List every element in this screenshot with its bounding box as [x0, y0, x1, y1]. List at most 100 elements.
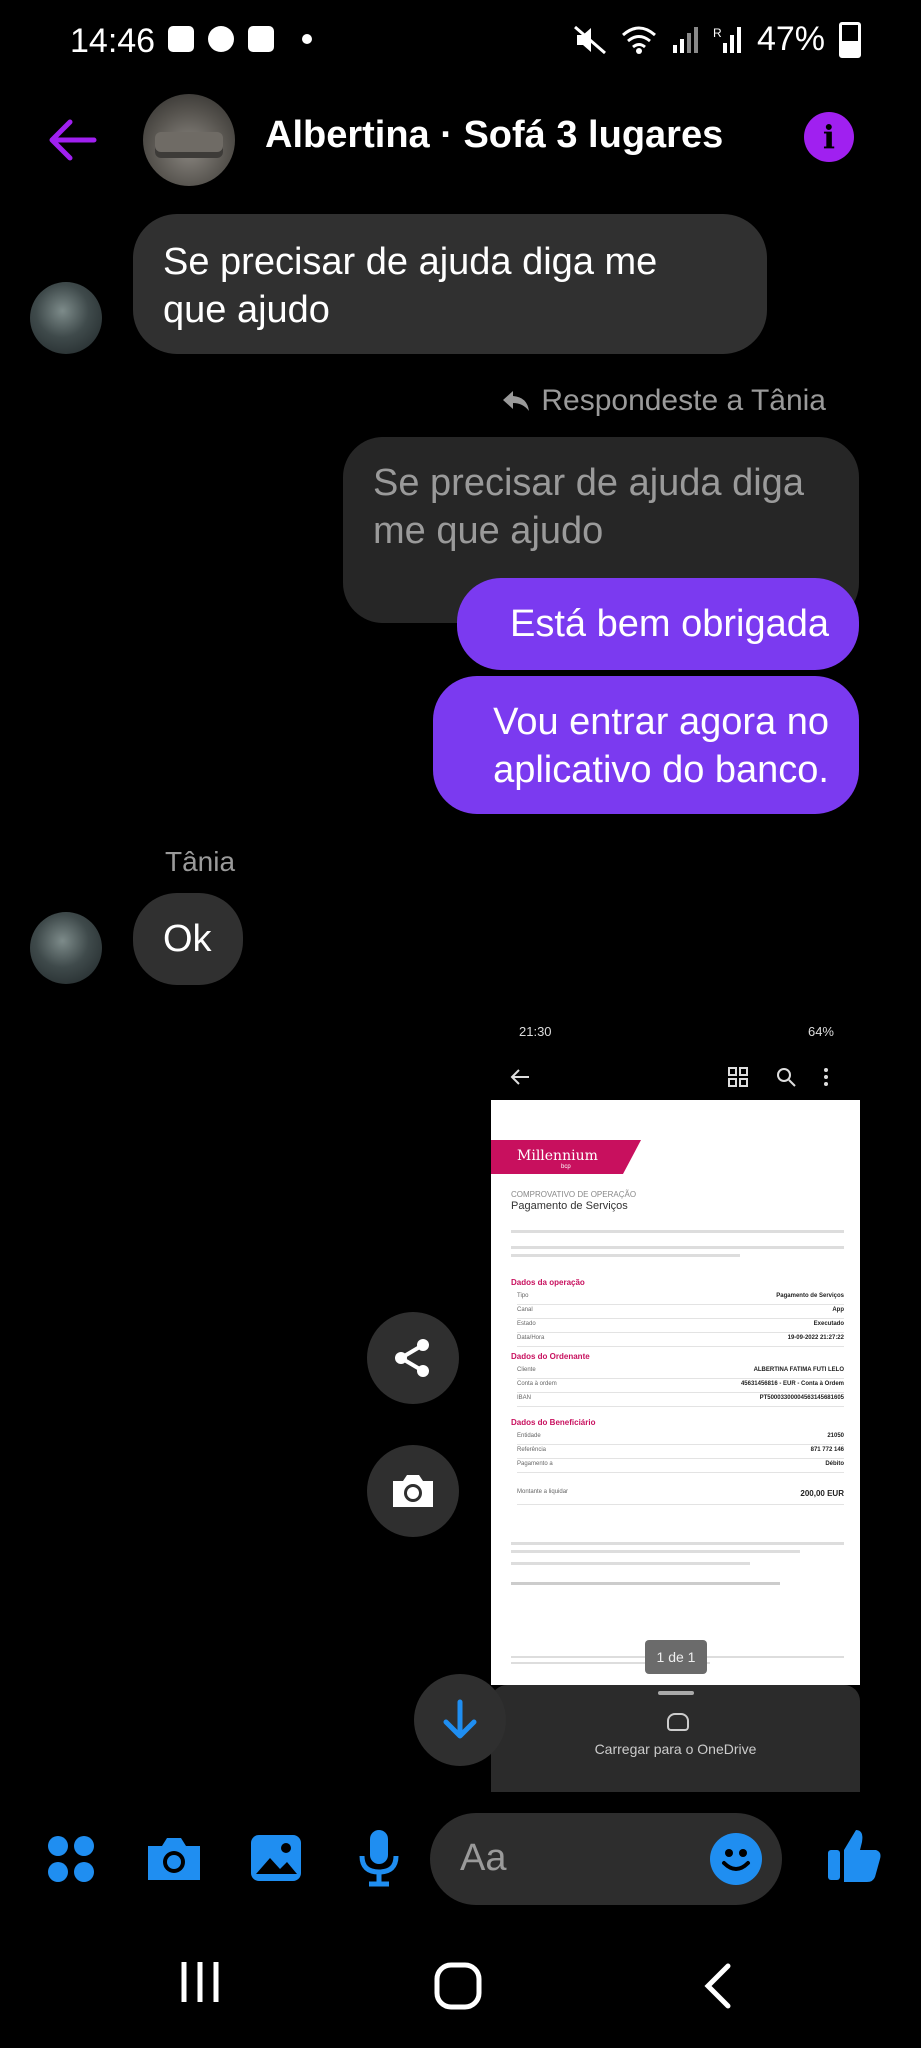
doc-row: Canal App [517, 1304, 844, 1319]
message-line: Vou entrar agora no [493, 701, 829, 743]
row-key: IBAN [517, 1395, 532, 1401]
doc-row: Estado Executado [517, 1318, 844, 1333]
emoji-icon[interactable] [710, 1833, 762, 1885]
whatsapp-notification-icon [208, 26, 234, 52]
doc-row: Tipo Pagamento de Serviços [517, 1290, 844, 1305]
row-value: Débito [825, 1461, 844, 1467]
row-value: ALBERTINA FATIMA FUTI LELO [753, 1367, 844, 1373]
sender-avatar[interactable] [30, 912, 102, 984]
sender-name: Tânia [165, 846, 236, 877]
section-beneficiary: Dados do Beneficiário [511, 1418, 596, 1427]
search-icon [777, 1068, 796, 1087]
row-key: Conta à ordem [517, 1381, 557, 1387]
section-operation: Dados da operação [511, 1278, 585, 1287]
doc-kicker: COMPROVATIVO DE OPERAÇÃO [511, 1190, 637, 1199]
screenshot-button[interactable] [367, 1445, 459, 1537]
row-key: Estado [517, 1321, 536, 1327]
doc-text-line [511, 1542, 844, 1545]
message-line: aplicativo do banco. [493, 749, 829, 791]
doc-row: Entidade 21050 [517, 1430, 844, 1445]
battery-icon [839, 21, 861, 58]
reply-icon [503, 391, 530, 411]
doc-text-line [511, 1230, 844, 1233]
message-bubble-incoming[interactable]: Ok [133, 893, 243, 985]
row-value: Pagamento de Serviços [776, 1293, 844, 1299]
doc-text-line [511, 1254, 740, 1257]
reply-note-text: Respondeste a Tânia [541, 384, 826, 417]
conversation-avatar[interactable] [143, 94, 235, 186]
row-value: App [832, 1307, 844, 1313]
app-notification-icon [248, 26, 274, 52]
signal-roaming-icon: R [713, 26, 741, 53]
row-value: Executado [813, 1321, 844, 1327]
scroll-down-button[interactable] [414, 1674, 506, 1766]
amount-value: 200,00 EUR [800, 1489, 844, 1498]
doc-title: Pagamento de Serviços [511, 1200, 628, 1212]
message-text: Está bem obrigada [510, 603, 829, 645]
message-line: que ajudo [163, 289, 330, 331]
attachment-status-time: 21:30 [519, 1024, 552, 1039]
upload-label: Carregar para o OneDrive [594, 1741, 757, 1757]
signal-icon [672, 26, 698, 53]
section-ordering: Dados do Ordenante [511, 1352, 590, 1361]
info-icon[interactable]: i [804, 112, 854, 162]
back-arrow-icon[interactable] [44, 112, 100, 168]
wifi-icon [621, 26, 656, 54]
sheet-handle[interactable] [658, 1691, 694, 1695]
message-text: Ok [163, 918, 212, 960]
message-input-placeholder: Aa [460, 1837, 507, 1879]
doc-text-line [511, 1582, 780, 1585]
row-key: Pagamento a [517, 1461, 553, 1467]
image-attachment[interactable]: 21:30 64% Millennium bcp COMPROVATIVO DE… [491, 1014, 860, 1792]
cloud-upload-icon [667, 1713, 689, 1731]
doc-row: Pagamento a Débito [517, 1458, 844, 1473]
status-right: R 47% [573, 20, 861, 59]
message-line: Se precisar de ajuda diga me [163, 241, 658, 283]
quoted-line: me que ajudo [373, 510, 604, 552]
sender-avatar[interactable] [30, 282, 102, 354]
bank-logo: Millennium [517, 1148, 598, 1164]
row-value: 871 772 146 [810, 1447, 844, 1453]
brand-bar: Millennium bcp [491, 1140, 641, 1174]
row-key: Entidade [517, 1433, 541, 1439]
page-indicator: 1 de 1 [645, 1640, 707, 1674]
quoted-line: Se precisar de ajuda diga [373, 462, 804, 504]
doc-text-line [511, 1246, 844, 1249]
row-value: PT50003300004563145681605 [759, 1395, 844, 1401]
row-key: Referência [517, 1447, 547, 1453]
gallery-notification-icon [168, 26, 194, 52]
message-bubble-outgoing[interactable]: Está bem obrigada [457, 578, 859, 670]
receipt-document: Millennium bcp COMPROVATIVO DE OPERAÇÃO … [491, 1100, 860, 1685]
doc-row: Conta à ordem 45631456816 - EUR - Conta à… [517, 1378, 844, 1393]
more-notifications-dot-icon [302, 34, 312, 44]
doc-row: IBAN PT50003300004563145681605 [517, 1392, 844, 1407]
share-button[interactable] [367, 1312, 459, 1404]
camera-icon [393, 1475, 433, 1507]
apps-grid-icon[interactable] [46, 1834, 96, 1884]
row-key: Tipo [517, 1293, 529, 1299]
doc-text-line [511, 1550, 800, 1553]
camera-icon[interactable] [144, 1834, 204, 1884]
message-bubble-incoming[interactable]: Se precisar de ajuda diga me que ajudo [133, 214, 767, 354]
conversation-title[interactable]: Albertina · Sofá 3 lugares [265, 114, 723, 157]
microphone-icon[interactable] [358, 1828, 400, 1888]
share-icon [395, 1339, 429, 1377]
thumbs-up-icon[interactable] [826, 1826, 884, 1884]
upload-sheet[interactable]: Carregar para o OneDrive [491, 1685, 860, 1792]
home-icon[interactable] [434, 1962, 482, 2010]
info-icon-glyph: i [822, 118, 836, 156]
row-key: Canal [517, 1307, 533, 1313]
image-icon[interactable] [248, 1832, 304, 1884]
doc-row: Referência 871 772 146 [517, 1444, 844, 1459]
bank-logo-sub: bcp [561, 1164, 571, 1170]
message-input[interactable]: Aa [430, 1813, 782, 1905]
emoji-face [722, 1849, 750, 1871]
message-bubble-outgoing[interactable]: Vou entrar agora no aplicativo do banco. [433, 676, 859, 814]
attachment-toolbar [491, 1058, 860, 1098]
status-time: 14:46 [70, 22, 156, 60]
grid-view-icon [728, 1067, 748, 1087]
recent-apps-icon[interactable] [178, 1960, 222, 2004]
back-nav-icon[interactable] [700, 1962, 734, 2010]
doc-text-line [511, 1562, 750, 1565]
row-key: Data/Hora [517, 1335, 545, 1341]
